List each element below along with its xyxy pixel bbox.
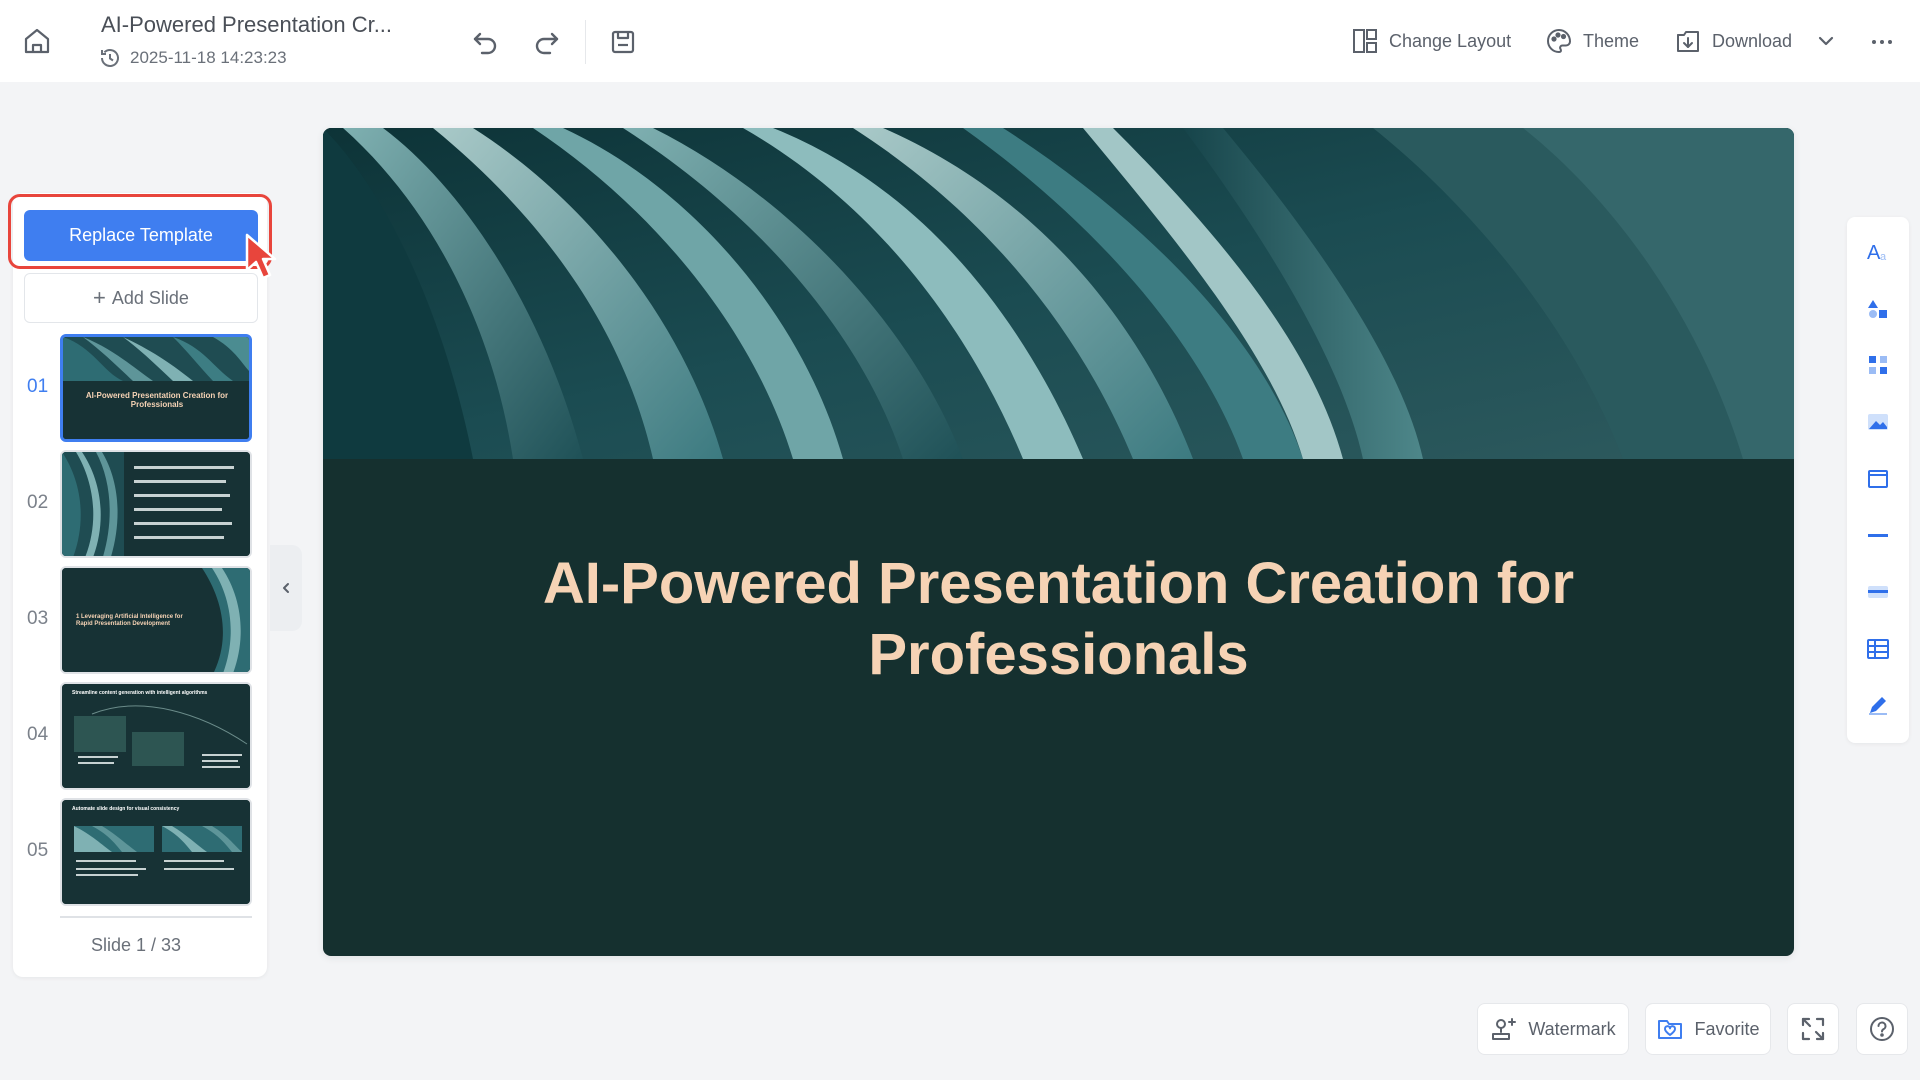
thumbnail-title: AI-Powered Presentation Creation for Pro…: [85, 391, 229, 409]
image-button[interactable]: [1860, 404, 1896, 440]
element-toolbar: A a: [1847, 217, 1909, 743]
frame-icon: [1866, 467, 1890, 491]
thumbnail-image: [60, 450, 252, 558]
slide-thumbnail-list[interactable]: 01 AI-Powered Presentation Creation for …: [20, 334, 260, 918]
thumbnail-title: Streamline content generation with intel…: [72, 690, 208, 696]
add-slide-label: Add Slide: [111, 287, 189, 308]
more-horizontal-icon: [1870, 30, 1894, 54]
slide-number: 01: [27, 376, 49, 397]
slide-number: 03: [27, 608, 49, 629]
slide-thumbnail-4[interactable]: 04 Streamline content generation with in…: [20, 682, 260, 790]
thumbnail-title: 1 Leveraging Artificial Intelligence for…: [76, 614, 183, 627]
svg-text:A: A: [1867, 242, 1881, 264]
undo-icon: [470, 27, 500, 57]
frame-button[interactable]: [1860, 461, 1896, 497]
watermark-label: Watermark: [1528, 1018, 1616, 1039]
slide-hero-image: [323, 128, 1794, 459]
home-icon: [22, 26, 52, 56]
download-icon: [1674, 27, 1702, 55]
slide-title[interactable]: AI-Powered Presentation Creation for Pro…: [443, 548, 1674, 690]
help-button[interactable]: [1856, 1003, 1908, 1055]
undo-button[interactable]: [465, 22, 505, 62]
chevron-left-icon: [279, 581, 293, 595]
thumbnail-image: 1 Leveraging Artificial Intelligence for…: [60, 566, 252, 674]
palette-icon: [1545, 27, 1573, 55]
thumbnail-image: Streamline content generation with intel…: [60, 682, 252, 790]
slide-number: 02: [27, 492, 49, 513]
fullscreen-button[interactable]: [1787, 1003, 1839, 1055]
save-icon: [609, 28, 637, 56]
slide-thumbnail-5[interactable]: 05 Automate slide design for visual cons…: [20, 798, 260, 906]
replace-template-button[interactable]: Replace Template: [24, 210, 258, 261]
next-thumbnail-edge: [60, 916, 252, 918]
slide-number: 05: [27, 840, 49, 861]
fullscreen-icon: [1800, 1016, 1826, 1042]
document-title[interactable]: AI-Powered Presentation Cr...: [101, 12, 392, 38]
line-button[interactable]: [1860, 517, 1896, 553]
download-button[interactable]: Download: [1674, 24, 1836, 58]
redo-button[interactable]: [527, 22, 567, 62]
svg-text:a: a: [1880, 251, 1887, 263]
more-options-button[interactable]: [1862, 22, 1902, 62]
toolbar-divider: [585, 20, 586, 64]
thumbnail-title: Automate slide design for visual consist…: [72, 806, 180, 812]
history-icon: [98, 46, 122, 70]
line-icon: [1866, 523, 1890, 547]
thumbnail-image: AI-Powered Presentation Creation for Pro…: [60, 334, 252, 442]
table-button[interactable]: [1860, 631, 1896, 667]
watermark-button[interactable]: Watermark: [1477, 1003, 1629, 1055]
help-icon: [1868, 1015, 1896, 1043]
slide-thumbnail-3[interactable]: 03 1 Leveraging Artificial Intelligence …: [20, 566, 260, 674]
save-timestamp: 2025-11-18 14:23:23: [98, 46, 287, 70]
text-style-button[interactable]: A a: [1860, 234, 1896, 270]
table-row-button[interactable]: [1860, 574, 1896, 610]
slide-counter: Slide 1 / 33: [90, 935, 182, 955]
slide-canvas[interactable]: AI-Powered Presentation Creation for Pro…: [323, 128, 1794, 956]
timestamp-text: 2025-11-18 14:23:23: [130, 48, 287, 67]
shapes-button[interactable]: [1860, 291, 1896, 327]
theme-label: Theme: [1583, 30, 1640, 51]
draw-icon: [1866, 693, 1890, 717]
theme-button[interactable]: Theme: [1545, 24, 1639, 58]
change-layout-label: Change Layout: [1389, 30, 1512, 51]
favorite-label: Favorite: [1694, 1018, 1760, 1039]
redo-icon: [532, 27, 562, 57]
shapes-icon: [1866, 297, 1890, 321]
elements-icon: [1866, 353, 1890, 377]
slide-number: 04: [27, 724, 49, 745]
save-button[interactable]: [603, 22, 643, 62]
top-bar: AI-Powered Presentation Cr... 2025-11-18…: [0, 0, 1920, 82]
thumbnail-image: Automate slide design for visual consist…: [60, 798, 252, 906]
image-icon: [1866, 410, 1890, 434]
slide-thumbnail-1[interactable]: 01 AI-Powered Presentation Creation for …: [20, 334, 260, 442]
draw-button[interactable]: [1860, 687, 1896, 723]
plus-icon: +: [93, 285, 106, 310]
text-style-icon: A a: [1865, 239, 1891, 265]
table-icon: [1866, 637, 1890, 661]
table-row-icon: [1866, 580, 1890, 604]
home-button[interactable]: [17, 21, 57, 61]
favorite-folder-icon: [1656, 1015, 1684, 1043]
elements-button[interactable]: [1860, 347, 1896, 383]
favorite-button[interactable]: Favorite: [1645, 1003, 1771, 1055]
download-label: Download: [1712, 30, 1793, 51]
slide-thumbnail-2[interactable]: 02: [20, 450, 260, 558]
layout-icon: [1351, 27, 1379, 55]
collapse-panel-button[interactable]: [270, 545, 302, 631]
add-slide-button[interactable]: + Add Slide: [24, 273, 258, 323]
watermark-icon: [1490, 1015, 1518, 1043]
change-layout-button[interactable]: Change Layout: [1351, 24, 1511, 58]
chevron-down-icon: [1816, 31, 1836, 51]
